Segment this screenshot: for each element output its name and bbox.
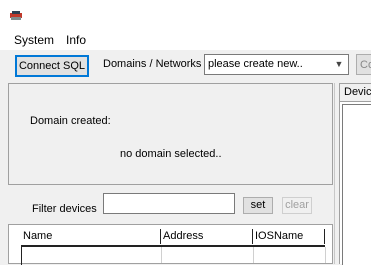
domains-networks-label: Domains / Networks (103, 58, 202, 70)
domain-select-value: please create new.. (208, 58, 303, 70)
table-row[interactable] (21, 247, 326, 263)
filter-devices-label: Filter devices (32, 203, 97, 215)
splitter[interactable] (334, 83, 335, 264)
device-list[interactable] (342, 104, 371, 265)
domain-panel (8, 83, 333, 185)
connect-right-button[interactable]: Co (356, 54, 371, 75)
domain-created-label: Domain created: (30, 115, 111, 127)
device-table: Name Address IOSName (8, 224, 333, 265)
clear-button[interactable]: clear (282, 197, 312, 214)
column-header-iosname[interactable]: IOSName (253, 229, 325, 244)
column-header-name[interactable]: Name (21, 229, 161, 244)
chevron-down-icon[interactable]: ▼ (332, 55, 346, 74)
domain-status-text: no domain selected.. (120, 148, 222, 160)
device-list-header: Device (340, 84, 371, 102)
table-header: Name Address IOSName (21, 229, 325, 247)
menu-system[interactable]: System (14, 33, 54, 47)
app-icon (10, 11, 22, 20)
title-bar (0, 0, 371, 31)
domain-select[interactable]: please create new.. ▼ (204, 54, 349, 75)
filter-devices-input[interactable] (103, 193, 235, 214)
column-header-address[interactable]: Address (161, 229, 253, 244)
connect-sql-button[interactable]: Connect SQL (15, 55, 89, 77)
set-button[interactable]: set (243, 197, 273, 214)
device-list-panel: Device (339, 83, 371, 265)
menu-bar (0, 31, 371, 50)
menu-info[interactable]: Info (66, 33, 86, 47)
